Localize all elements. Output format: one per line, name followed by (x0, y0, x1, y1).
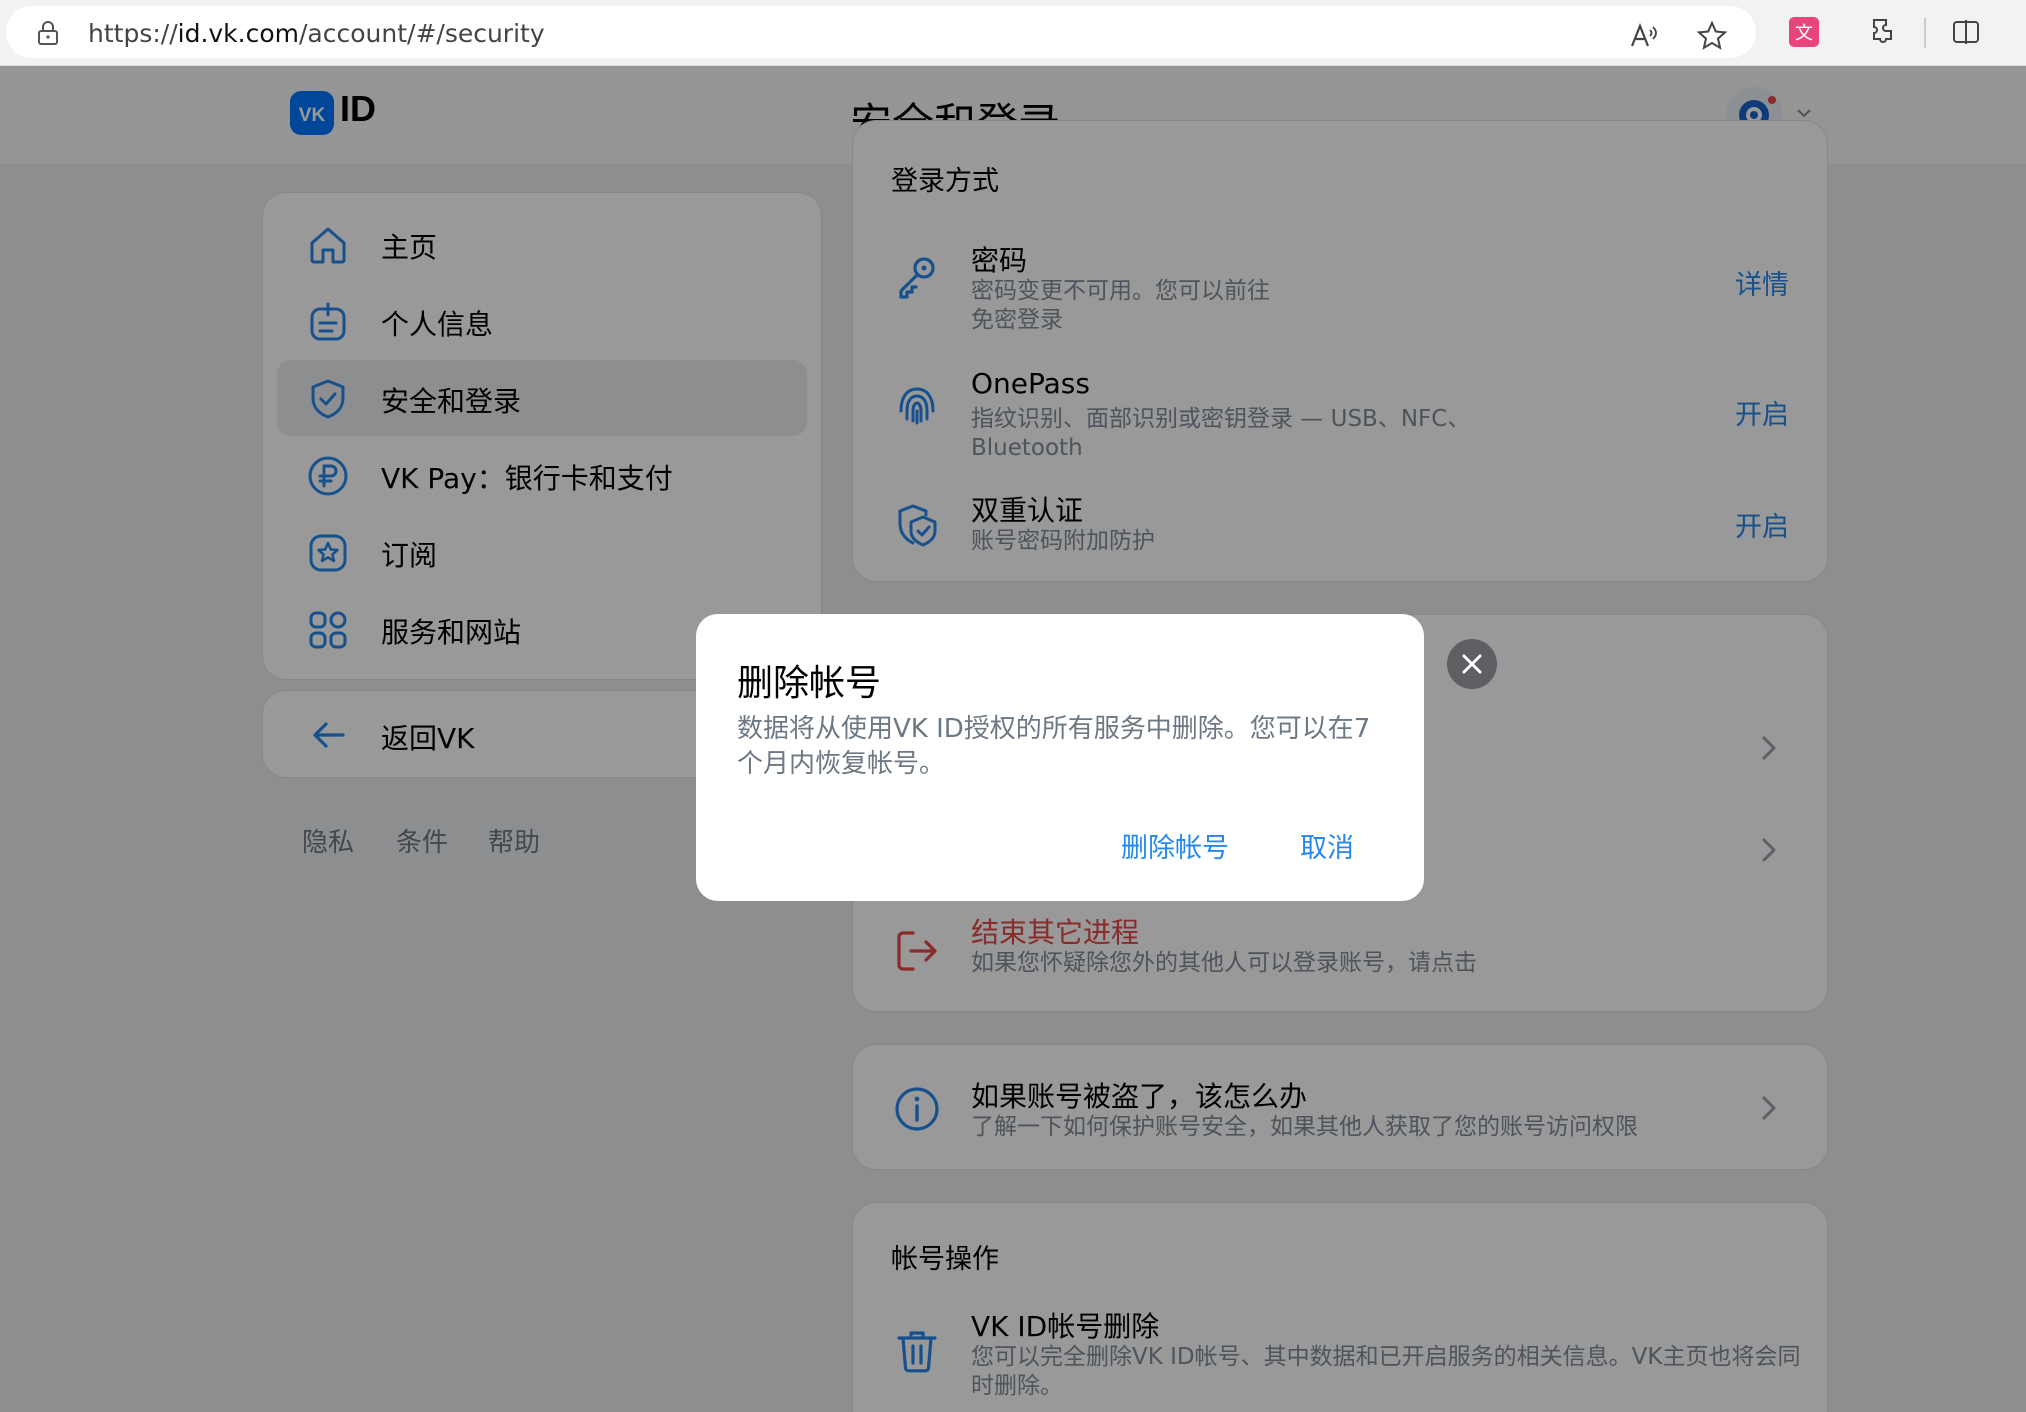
dialog-message: 数据将从使用VK ID授权的所有服务中删除。您可以在7个月内恢复帐号。 (737, 714, 1371, 779)
url-prefix: https:// (88, 19, 178, 48)
delete-account-dialog: 删除帐号 数据将从使用VK ID授权的所有服务中删除。您可以在7个月内恢复帐号。… (696, 614, 1424, 901)
cancel-button[interactable]: 取消 (1300, 826, 1354, 865)
favorite-star-icon[interactable] (1696, 20, 1728, 52)
url-host: id.vk.com (177, 19, 299, 48)
read-aloud-icon[interactable] (1628, 20, 1660, 52)
close-dialog-button[interactable] (1447, 639, 1497, 689)
split-screen-icon[interactable] (1950, 16, 1982, 48)
lock-icon[interactable] (36, 20, 60, 46)
extensions-icon[interactable] (1866, 16, 1898, 48)
translate-icon[interactable]: 文 (1788, 16, 1820, 48)
url-text[interactable]: https://id.vk.com/account/#/security (88, 19, 545, 48)
toolbar-divider (1924, 18, 1926, 48)
address-bar[interactable]: https://id.vk.com/account/#/security (6, 6, 1756, 58)
url-path: /account/#/security (299, 19, 545, 48)
browser-toolbar: https://id.vk.com/account/#/security 文 (0, 0, 2026, 66)
dialog-title: 删除帐号 (737, 663, 882, 704)
close-icon (1462, 654, 1482, 674)
confirm-delete-button[interactable]: 删除帐号 (1121, 826, 1229, 865)
svg-text:文: 文 (1795, 23, 1813, 44)
